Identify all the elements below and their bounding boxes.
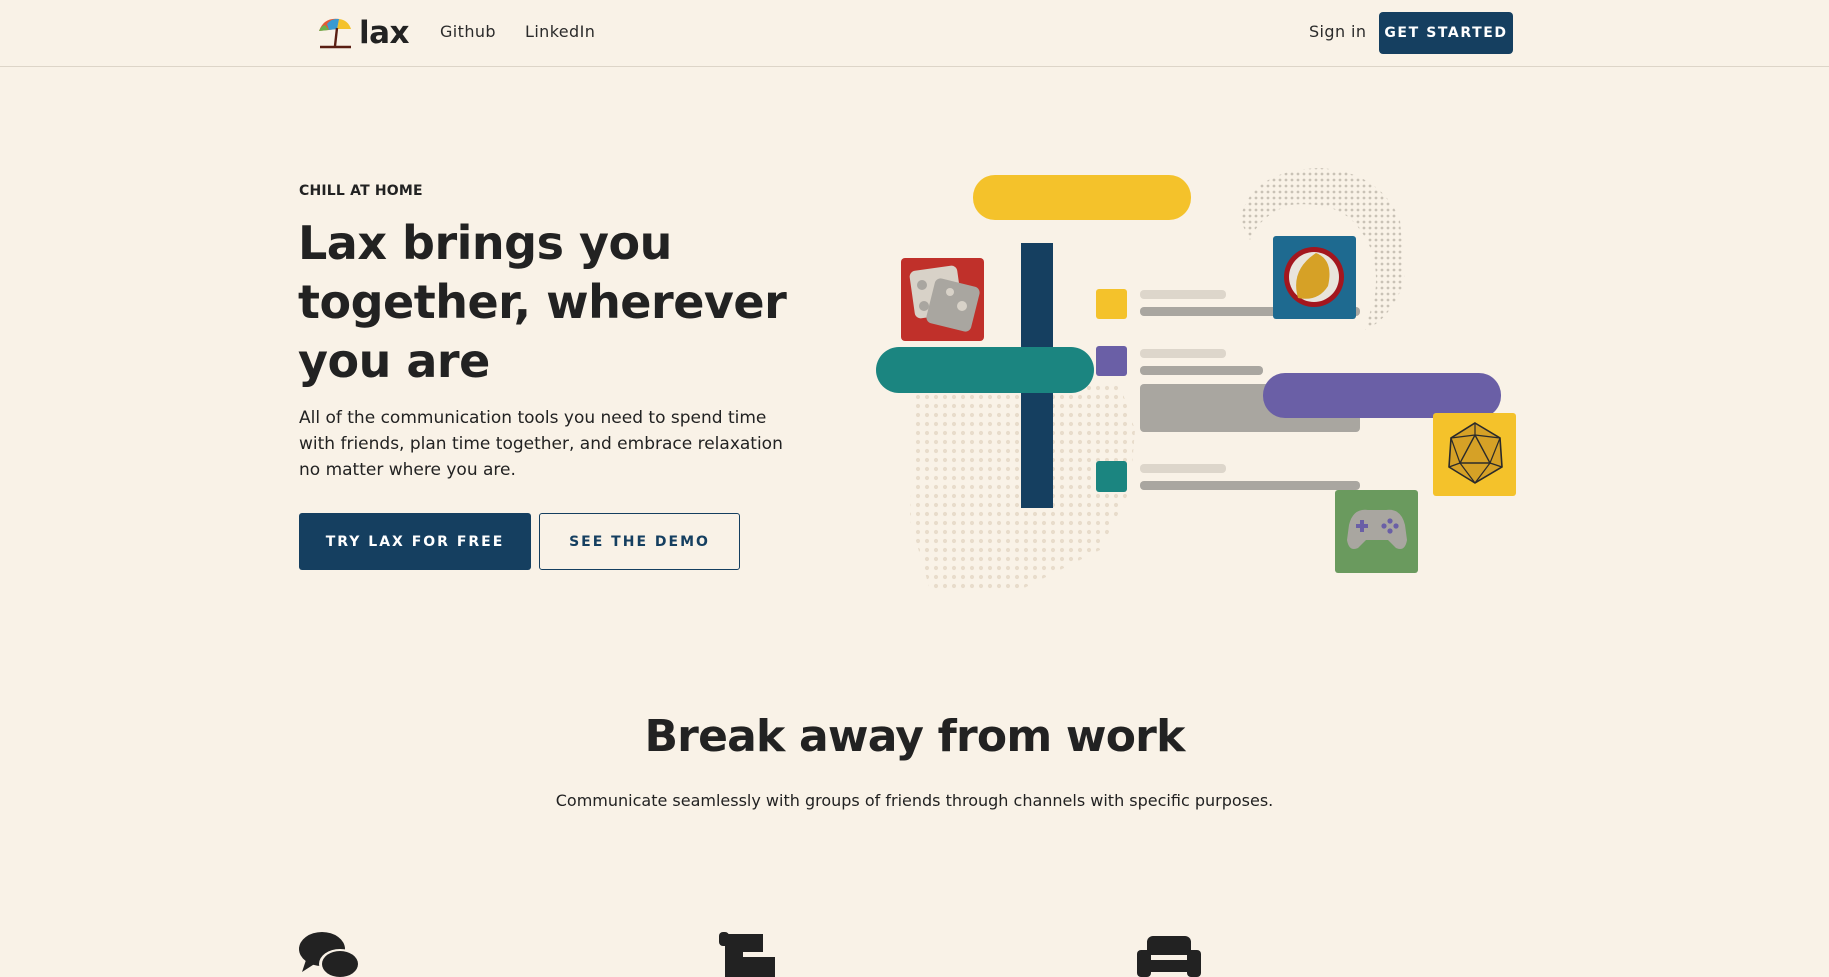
nav-link-github[interactable]: Github xyxy=(440,22,496,41)
scroll-icon xyxy=(719,932,777,977)
row-square-yellow xyxy=(1096,289,1127,319)
gamepad-icon xyxy=(1335,490,1418,573)
see-demo-button[interactable]: SEE THE DEMO xyxy=(539,513,740,570)
get-started-button[interactable]: GET STARTED xyxy=(1379,12,1513,54)
dice-icon xyxy=(901,258,984,341)
chat-bubbles-icon xyxy=(299,932,361,977)
row-square-purple xyxy=(1096,346,1127,376)
hero-subtext: All of the communication tools you need … xyxy=(299,408,783,480)
row-line xyxy=(1140,481,1360,490)
logo-text: lax xyxy=(359,15,410,51)
section-title: Break away from work xyxy=(644,711,1185,762)
hero-eyebrow: CHILL AT HOME xyxy=(299,183,423,199)
row-line xyxy=(1140,290,1226,299)
logo[interactable]: lax xyxy=(315,13,410,53)
couch-icon xyxy=(1137,936,1201,977)
hero-illustration xyxy=(876,168,1516,590)
top-nav: lax Github LinkedIn Sign in GET STARTED xyxy=(0,0,1829,67)
section-subtitle: Communicate seamlessly with groups of fr… xyxy=(555,791,1274,810)
yellow-pill xyxy=(973,175,1191,220)
umbrella-logo-icon xyxy=(319,18,351,49)
hero-headline: Lax brings you together, wherever you ar… xyxy=(298,216,787,388)
beach-ball-icon xyxy=(1273,236,1356,319)
purple-pill xyxy=(1263,373,1501,418)
try-free-button[interactable]: TRY LAX FOR FREE xyxy=(299,513,531,570)
sign-in-link[interactable]: Sign in xyxy=(1309,22,1366,41)
row-line xyxy=(1140,366,1263,375)
row-square-teal xyxy=(1096,461,1127,492)
d20-icon xyxy=(1433,413,1516,496)
teal-pill xyxy=(876,347,1094,393)
row-line xyxy=(1140,349,1226,358)
nav-link-linkedin[interactable]: LinkedIn xyxy=(525,22,595,41)
row-line xyxy=(1140,464,1226,473)
